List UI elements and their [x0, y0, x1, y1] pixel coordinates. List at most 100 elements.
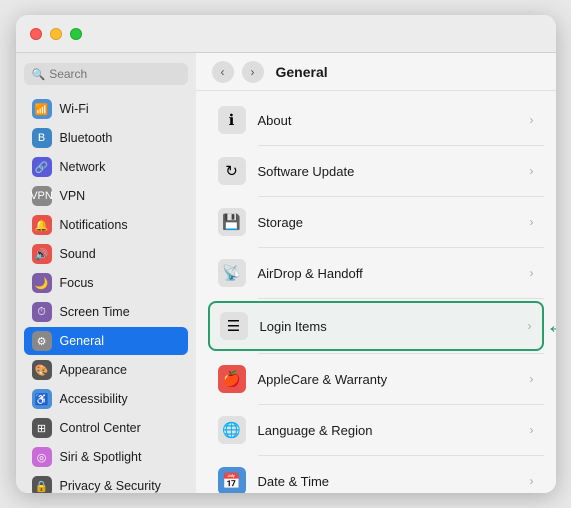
sidebar-item-screentime[interactable]: ⏱ Screen Time	[24, 298, 188, 326]
sidebar-item-focus[interactable]: 🌙 Focus	[24, 269, 188, 297]
list-item-datetime[interactable]: 📅Date & Time›	[208, 458, 544, 493]
titlebar	[16, 15, 556, 53]
main-panel: ‹ › General ℹ About › ↻ Software Update › 💾 Sto…	[196, 53, 556, 493]
items-list: ℹ About › ↻ Software Update › 💾 Storage › 📡 AirDro…	[196, 91, 556, 493]
sidebar-label-sound: Sound	[60, 247, 96, 261]
sidebar-label-wifi: Wi-Fi	[60, 102, 89, 116]
settings-window: 🔍 📶 Wi-Fi B Bluetooth 🔗 Network VPN VPN 🔔 Notific…	[16, 15, 556, 493]
datetime-icon: 📅	[218, 467, 246, 493]
applecare-icon: 🍎	[218, 365, 246, 393]
sound-icon: 🔊	[32, 244, 52, 264]
separator	[258, 404, 544, 405]
list-item-applecare[interactable]: 🍎 AppleCare & Warranty ›	[208, 356, 544, 402]
search-box[interactable]: 🔍	[24, 63, 188, 85]
focus-icon: 🌙	[32, 273, 52, 293]
about-icon: ℹ	[218, 106, 246, 134]
sidebar-item-appearance[interactable]: 🎨 Appearance	[24, 356, 188, 384]
maximize-button[interactable]	[70, 28, 82, 40]
sidebar-label-accessibility: Accessibility	[60, 392, 128, 406]
page-title: General	[276, 64, 328, 80]
separator	[258, 298, 544, 299]
sidebar-label-bluetooth: Bluetooth	[60, 131, 113, 145]
separator	[258, 247, 544, 248]
sidebar-label-siri: Siri & Spotlight	[60, 450, 142, 464]
back-icon: ‹	[221, 65, 225, 79]
item-label-language: Language & Region	[258, 423, 518, 438]
storage-icon: 💾	[218, 208, 246, 236]
chevron-icon-applecare: ›	[530, 372, 534, 386]
list-item-loginitems[interactable]: ☰Login Items›←	[208, 301, 544, 351]
item-label-applecare: AppleCare & Warranty	[258, 372, 518, 387]
back-button[interactable]: ‹	[212, 61, 234, 83]
list-item-language[interactable]: 🌐 Language & Region ›	[208, 407, 544, 453]
sidebar: 🔍 📶 Wi-Fi B Bluetooth 🔗 Network VPN VPN 🔔 Notific…	[16, 53, 196, 493]
sidebar-items: 📶 Wi-Fi B Bluetooth 🔗 Network VPN VPN 🔔 Notificat…	[24, 95, 188, 493]
sidebar-label-appearance: Appearance	[60, 363, 127, 377]
search-icon: 🔍	[32, 68, 46, 81]
minimize-button[interactable]	[50, 28, 62, 40]
notifications-icon: 🔔	[32, 215, 52, 235]
chevron-icon-softwareupdate: ›	[530, 164, 534, 178]
item-label-airdrop: AirDrop & Handoff	[258, 266, 518, 281]
main-header: ‹ › General	[196, 53, 556, 91]
sidebar-label-controlcenter: Control Center	[60, 421, 141, 435]
list-item-storage[interactable]: 💾 Storage ›	[208, 199, 544, 245]
sidebar-item-accessibility[interactable]: ♿Accessibility	[24, 385, 188, 413]
sidebar-item-vpn[interactable]: VPN VPN	[24, 182, 188, 210]
sidebar-item-notifications[interactable]: 🔔 Notifications	[24, 211, 188, 239]
sidebar-item-network[interactable]: 🔗 Network	[24, 153, 188, 181]
chevron-icon-language: ›	[530, 423, 534, 437]
sidebar-label-general: General	[60, 334, 104, 348]
sidebar-item-wifi[interactable]: 📶 Wi-Fi	[24, 95, 188, 123]
sidebar-item-siri[interactable]: ◎ Siri & Spotlight	[24, 443, 188, 471]
sidebar-label-network: Network	[60, 160, 106, 174]
wifi-icon: 📶	[32, 99, 52, 119]
sidebar-item-bluetooth[interactable]: B Bluetooth	[24, 124, 188, 152]
separator	[258, 145, 544, 146]
sidebar-label-privacy: Privacy & Security	[60, 479, 161, 493]
sidebar-label-screentime: Screen Time	[60, 305, 130, 319]
controlcenter-icon: ⊞	[32, 418, 52, 438]
item-label-datetime: Date & Time	[258, 474, 518, 489]
close-button[interactable]	[30, 28, 42, 40]
separator	[258, 455, 544, 456]
sidebar-label-notifications: Notifications	[60, 218, 128, 232]
privacy-icon: 🔒	[32, 476, 52, 493]
general-icon: ⚙	[32, 331, 52, 351]
main-items: ℹ About › ↻ Software Update › 💾 Storage › 📡 AirDro…	[208, 97, 544, 493]
forward-button[interactable]: ›	[242, 61, 264, 83]
list-item-airdrop[interactable]: 📡 AirDrop & Handoff ›	[208, 250, 544, 296]
arrow-annotation: ←	[546, 312, 556, 340]
search-input[interactable]	[49, 67, 179, 81]
list-item-softwareupdate[interactable]: ↻ Software Update ›	[208, 148, 544, 194]
sidebar-item-sound[interactable]: 🔊 Sound	[24, 240, 188, 268]
softwareupdate-icon: ↻	[218, 157, 246, 185]
forward-icon: ›	[251, 65, 255, 79]
siri-icon: ◎	[32, 447, 52, 467]
sidebar-item-controlcenter[interactable]: ⊞ Control Center	[24, 414, 188, 442]
chevron-icon-loginitems: ›	[528, 319, 532, 333]
appearance-icon: 🎨	[32, 360, 52, 380]
vpn-icon: VPN	[32, 186, 52, 206]
item-label-storage: Storage	[258, 215, 518, 230]
separator	[258, 196, 544, 197]
sidebar-item-privacy[interactable]: 🔒 Privacy & Security	[24, 472, 188, 493]
content-area: 🔍 📶 Wi-Fi B Bluetooth 🔗 Network VPN VPN 🔔 Notific…	[16, 53, 556, 493]
sidebar-label-focus: Focus	[60, 276, 94, 290]
network-icon: 🔗	[32, 157, 52, 177]
chevron-icon-airdrop: ›	[530, 266, 534, 280]
chevron-icon-storage: ›	[530, 215, 534, 229]
loginitems-icon: ☰	[220, 312, 248, 340]
item-label-softwareupdate: Software Update	[258, 164, 518, 179]
sidebar-item-general[interactable]: ⚙ General	[24, 327, 188, 355]
bluetooth-icon: B	[32, 128, 52, 148]
language-icon: 🌐	[218, 416, 246, 444]
item-label-loginitems: Login Items	[260, 319, 516, 334]
airdrop-icon: 📡	[218, 259, 246, 287]
sidebar-label-vpn: VPN	[60, 189, 86, 203]
item-label-about: About	[258, 113, 518, 128]
list-item-about[interactable]: ℹ About ›	[208, 97, 544, 143]
separator	[258, 353, 544, 354]
chevron-icon-about: ›	[530, 113, 534, 127]
screentime-icon: ⏱	[32, 302, 52, 322]
